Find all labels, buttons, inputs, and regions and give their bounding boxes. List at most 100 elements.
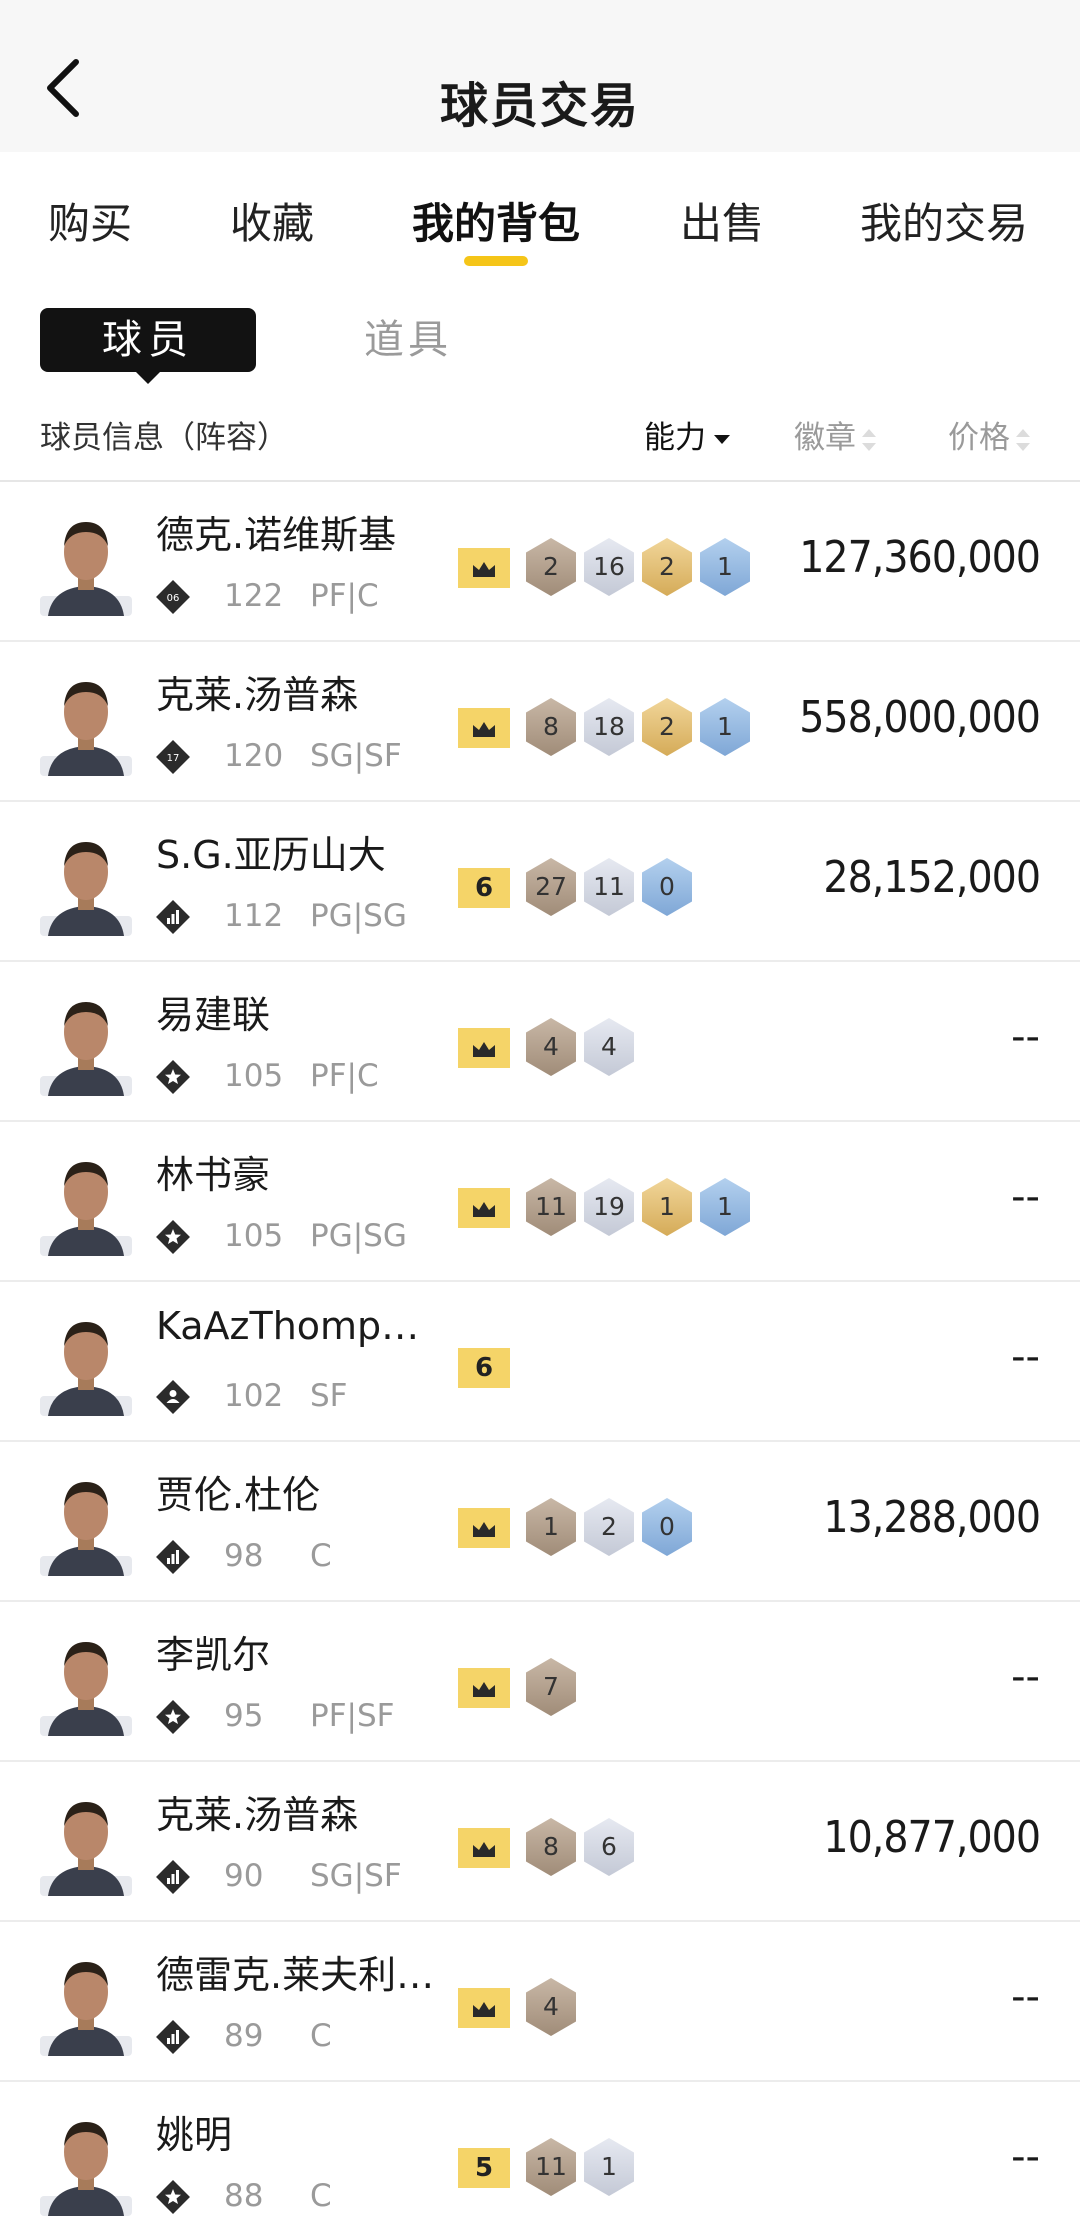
tier-star-icon bbox=[156, 2180, 190, 2214]
bronze-badge-count: 4 bbox=[526, 1978, 576, 2036]
subtab-items[interactable]: 道具 bbox=[364, 308, 452, 372]
player-row[interactable]: 贾伦.杜伦 98 C 1 2 0 13,288,000 bbox=[0, 1442, 1080, 1602]
silver-badge-count: 11 bbox=[584, 858, 634, 916]
player-name: 克莱.汤普森 bbox=[156, 673, 359, 717]
player-row[interactable]: 易建联 105 PF|C 4 4 -- bbox=[0, 962, 1080, 1122]
player-overall: 105 bbox=[224, 1058, 284, 1094]
crown-icon bbox=[458, 708, 510, 748]
player-avatar bbox=[40, 670, 132, 776]
player-row[interactable]: KaAzThompson 102 SF 6 -- bbox=[0, 1282, 1080, 1442]
player-avatar bbox=[40, 830, 132, 936]
tier-bars-icon bbox=[156, 1860, 190, 1894]
sort-ability[interactable]: 能力 bbox=[644, 412, 730, 457]
sub-tabs: 球员 道具 bbox=[0, 300, 1080, 384]
crown-icon bbox=[458, 548, 510, 588]
player-overall: 88 bbox=[224, 2178, 264, 2214]
sort-toggle-icon bbox=[862, 428, 876, 451]
sort-badges[interactable]: 徽章 bbox=[794, 412, 876, 457]
player-avatar bbox=[40, 1150, 132, 1256]
column-player-info: 球员信息（阵容） bbox=[40, 420, 288, 456]
player-position: SG|SF bbox=[310, 738, 402, 774]
subtab-players[interactable]: 球员 bbox=[40, 308, 256, 384]
bronze-badge-count: 2 bbox=[526, 538, 576, 596]
player-row[interactable]: 林书豪 105 PG|SG 11 19 1 1 -- bbox=[0, 1122, 1080, 1282]
player-position: C bbox=[310, 2018, 332, 2054]
tier-person-icon bbox=[156, 1380, 190, 1414]
sort-price[interactable]: 价格 bbox=[948, 412, 1030, 457]
player-avatar bbox=[40, 1630, 132, 1736]
player-avatar bbox=[40, 1310, 132, 1416]
player-avatar bbox=[40, 1470, 132, 1576]
tier-star-icon bbox=[156, 1700, 190, 1734]
gold-badge-count: 1 bbox=[642, 1178, 692, 1236]
active-tab-indicator bbox=[464, 256, 528, 266]
svg-text:06: 06 bbox=[167, 593, 180, 604]
tab-buy[interactable]: 购买 bbox=[48, 190, 132, 251]
tier-bars-icon bbox=[156, 900, 190, 934]
bronze-badge-count: 11 bbox=[526, 1178, 576, 1236]
player-name: 姚明 bbox=[156, 2113, 233, 2157]
bronze-badge-count: 4 bbox=[526, 1018, 576, 1076]
player-overall: 102 bbox=[224, 1378, 284, 1414]
bronze-badge-count: 8 bbox=[526, 698, 576, 756]
player-position: C bbox=[310, 2178, 332, 2214]
column-header: 球员信息（阵容） 能力 徽章 价格 bbox=[0, 400, 1080, 464]
crown-icon bbox=[458, 1508, 510, 1548]
tab-favorites[interactable]: 收藏 bbox=[230, 190, 314, 251]
player-row[interactable]: 克莱.汤普森 90 SG|SF 8 6 10,877,000 bbox=[0, 1762, 1080, 1922]
player-name: 李凯尔 bbox=[156, 1633, 271, 1677]
player-name: 德克.诺维斯基 bbox=[156, 513, 397, 557]
player-row[interactable]: 德克.诺维斯基 06 122 PF|C 2 16 2 1 127,360,000 bbox=[0, 482, 1080, 642]
player-name: 克莱.汤普森 bbox=[156, 1793, 359, 1837]
player-price: -- bbox=[1011, 1334, 1040, 1380]
player-price: -- bbox=[1011, 2134, 1040, 2180]
player-overall: 112 bbox=[224, 898, 284, 934]
player-row[interactable]: 克莱.汤普森 17 120 SG|SF 8 18 2 1 558,000,000 bbox=[0, 642, 1080, 802]
tier-06-icon: 06 bbox=[156, 580, 190, 614]
player-position: PF|SF bbox=[310, 1698, 395, 1734]
silver-badge-count: 2 bbox=[584, 1498, 634, 1556]
player-avatar bbox=[40, 2110, 132, 2216]
player-overall: 122 bbox=[224, 578, 284, 614]
player-position: SG|SF bbox=[310, 1858, 402, 1894]
crown-icon bbox=[458, 1028, 510, 1068]
player-row[interactable]: S.G.亚历山大 112 PG|SG 6 27 11 0 28,152,000 bbox=[0, 802, 1080, 962]
sort-price-label: 价格 bbox=[948, 420, 1010, 456]
silver-badge-count: 6 bbox=[584, 1818, 634, 1876]
player-avatar bbox=[40, 1790, 132, 1896]
player-price: 13,288,000 bbox=[823, 1492, 1041, 1543]
tab-my-trades[interactable]: 我的交易 bbox=[860, 190, 1028, 251]
player-overall: 98 bbox=[224, 1538, 264, 1574]
player-avatar bbox=[40, 1950, 132, 2056]
player-position: PF|C bbox=[310, 1058, 379, 1094]
tier-star-icon bbox=[156, 1220, 190, 1254]
player-row[interactable]: 姚明 88 C 5 11 1 -- bbox=[0, 2082, 1080, 2221]
level-badge: 5 bbox=[458, 2148, 510, 2188]
crown-icon bbox=[458, 1988, 510, 2028]
level-badge: 6 bbox=[458, 1348, 510, 1388]
bronze-badge-count: 11 bbox=[526, 2138, 576, 2196]
blue-badge-count: 0 bbox=[642, 1498, 692, 1556]
crown-icon bbox=[458, 1828, 510, 1868]
player-price: -- bbox=[1011, 1174, 1040, 1220]
player-overall: 90 bbox=[224, 1858, 264, 1894]
player-name: 林书豪 bbox=[156, 1153, 271, 1197]
player-price: -- bbox=[1011, 1974, 1040, 2020]
player-price: 10,877,000 bbox=[823, 1812, 1041, 1863]
tier-star-icon bbox=[156, 1060, 190, 1094]
player-row[interactable]: 李凯尔 95 PF|SF 7 -- bbox=[0, 1602, 1080, 1762]
player-position: PG|SG bbox=[310, 898, 407, 934]
player-price: 28,152,000 bbox=[823, 852, 1041, 903]
player-position: SF bbox=[310, 1378, 348, 1414]
player-name: 易建联 bbox=[156, 993, 271, 1037]
tab-sell[interactable]: 出售 bbox=[680, 190, 764, 251]
player-name: 贾伦.杜伦 bbox=[156, 1473, 321, 1517]
blue-badge-count: 1 bbox=[700, 538, 750, 596]
player-row[interactable]: 德雷克.莱夫利… 89 C 4 -- bbox=[0, 1922, 1080, 2082]
player-position: PG|SG bbox=[310, 1218, 407, 1254]
tab-my-bag[interactable]: 我的背包 bbox=[412, 190, 580, 251]
tier-bars-icon bbox=[156, 2020, 190, 2054]
player-price: 558,000,000 bbox=[799, 692, 1041, 743]
player-price: -- bbox=[1011, 1014, 1040, 1060]
silver-badge-count: 4 bbox=[584, 1018, 634, 1076]
